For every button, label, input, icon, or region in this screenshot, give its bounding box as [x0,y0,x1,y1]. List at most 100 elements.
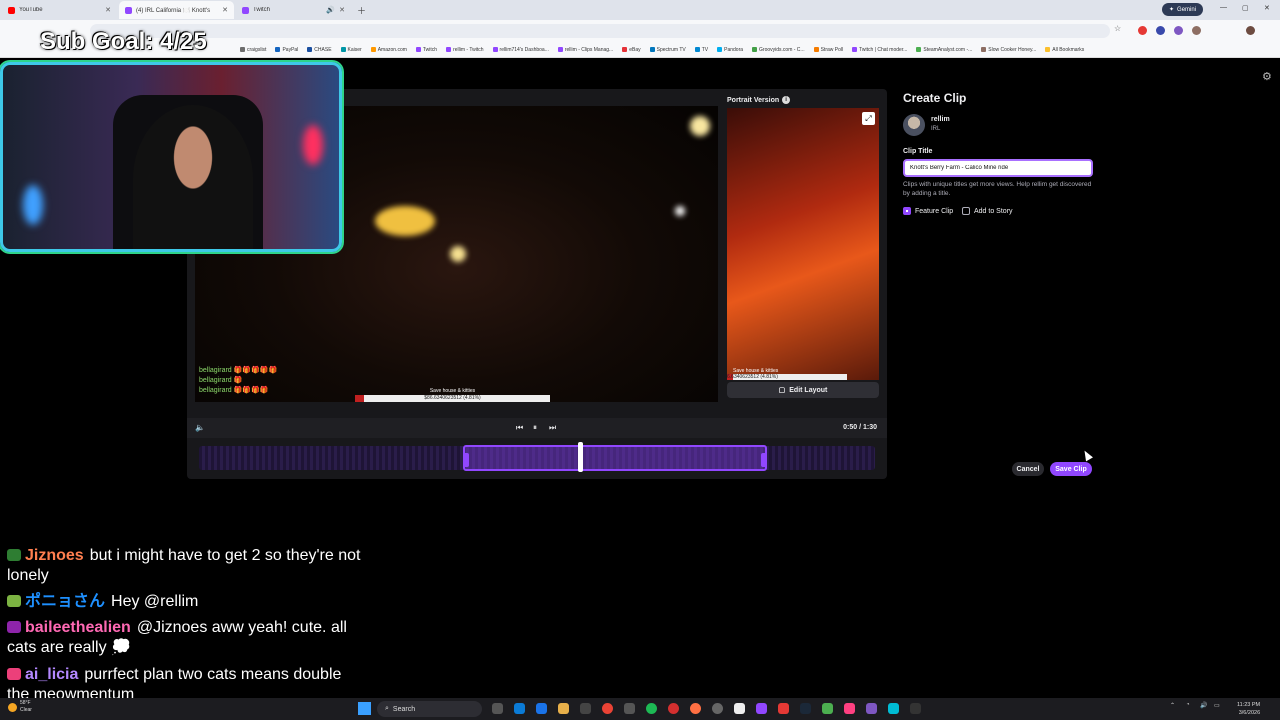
app-icon[interactable] [822,703,833,714]
bookmark-item[interactable]: Pandora [717,47,743,53]
store-icon[interactable] [536,703,547,714]
twitch-icon[interactable] [756,703,767,714]
video-light [375,206,435,236]
spotify-icon[interactable] [646,703,657,714]
opera-icon[interactable] [668,703,679,714]
close-icon[interactable]: ✕ [339,6,345,14]
bookmark-label: craigslist [247,46,267,53]
portrait-donation-bar: 6.6340623512 (4.81%) [727,374,847,380]
steam-icon[interactable] [800,703,811,714]
app-icon[interactable] [910,703,921,714]
bookmark-item[interactable]: Slow Cooker Honey... [981,47,1036,53]
battery-icon[interactable]: ▭ [1214,702,1220,709]
app-icon[interactable] [624,703,635,714]
tab-youtube[interactable]: YouTube ✕ [2,1,117,19]
bookmark-favicon-icon [415,47,421,52]
new-tab-button[interactable]: ＋ [357,4,366,17]
app-icon[interactable] [734,703,745,714]
cancel-button[interactable]: Cancel [1012,462,1044,476]
bookmark-item[interactable]: Kaiser [340,47,362,53]
skip-forward-icon[interactable]: ⏭ [549,423,556,433]
app-icon[interactable] [580,703,591,714]
weather-widget[interactable]: 58°F Clear [8,700,32,714]
bookmark-item[interactable]: rellim - Clips Manag... [557,47,613,53]
volume-icon[interactable]: 🔊 [1200,702,1207,709]
playhead[interactable] [577,442,583,472]
clip-timeline[interactable] [199,442,875,472]
selection-end-handle[interactable] [760,453,767,467]
maximize-icon[interactable]: ▢ [1242,4,1249,12]
gemini-button[interactable]: ✦ Gemini [1162,3,1204,16]
bookmark-item[interactable]: rellim714's Dashboa... [492,47,549,53]
bookmark-label: rellim - Twitch [453,46,484,53]
checkbox-unchecked-icon[interactable] [962,207,970,215]
bookmark-item[interactable]: PayPal [275,47,298,53]
gemini-icon: ✦ [1169,7,1175,13]
bookmark-item[interactable]: Spectrum TV [649,47,686,53]
tab-twitch[interactable]: Twitch 🔊 ✕ [236,1,351,19]
bookmark-item[interactable]: Twitch [415,47,437,53]
clip-title-input[interactable] [903,159,1093,177]
info-icon[interactable]: i [782,96,791,104]
extension-icon[interactable] [1192,26,1201,35]
close-icon[interactable]: ✕ [222,6,228,14]
weather-icon [8,702,17,712]
bookmark-label: Twitch | Chat moder... [859,46,908,53]
gear-icon[interactable]: ⚙ [1262,70,1272,83]
tray-chevron-icon[interactable]: ⌃ [1170,702,1175,709]
bookmark-favicon-icon [370,47,376,52]
tab-twitch-stream[interactable]: (4) IRL California 🍽️ Knott's ✕ [119,1,234,19]
bookmark-star-icon[interactable]: ☆ [1114,24,1121,33]
app-icon[interactable] [866,703,877,714]
task-view-icon[interactable] [492,703,503,714]
edge-icon[interactable] [514,703,525,714]
taskbar-search[interactable]: ⌕ Search [377,701,482,717]
bookmark-item[interactable]: craigslist [240,47,266,53]
speaker-icon[interactable]: 🔊 [326,6,335,14]
bookmark-item[interactable]: Amazon.com [370,47,407,53]
selection-start-handle[interactable] [462,453,469,467]
checkbox-checked-icon[interactable] [903,207,911,215]
url-field[interactable] [90,24,1110,38]
bookmark-item[interactable]: eBay [622,47,641,53]
close-icon[interactable]: ✕ [105,6,111,14]
portrait-video-preview[interactable]: ⤢ Save house & kitties 6.6340623512 (4.8… [727,108,879,380]
clip-selection-range[interactable] [462,445,767,471]
obs-icon[interactable] [712,703,723,714]
bookmark-item[interactable]: Twitch | Chat moder... [852,47,907,53]
extension-icon[interactable] [1174,26,1183,35]
extension-icon[interactable] [1138,26,1147,35]
tab-label: (4) IRL California 🍽️ Knott's [136,7,211,14]
file-explorer-icon[interactable] [558,703,569,714]
bookmark-item[interactable]: All Bookmarks [1045,47,1084,53]
wifi-icon[interactable]: ◔ [1186,702,1190,708]
firefox-icon[interactable] [690,703,701,714]
expand-icon[interactable]: ⤢ [862,112,875,125]
extension-icon[interactable] [1156,26,1165,35]
bookmark-item[interactable]: SteamAnalyst.com -... [916,47,972,53]
minimize-icon[interactable]: — [1220,4,1227,11]
volume-icon[interactable]: 🔈 [195,423,205,432]
portrait-label-text: Portrait Version [727,96,780,104]
bookmark-item[interactable]: TV [694,47,708,53]
bookmark-item[interactable]: CHASE [307,47,332,53]
bookmark-item[interactable]: Groovyids.com - C... [752,47,805,53]
bookmark-item[interactable]: Straw Poll [813,47,843,53]
app-icon[interactable] [778,703,789,714]
chrome-icon[interactable] [602,703,613,714]
window-close-icon[interactable]: ✕ [1264,4,1270,12]
pause-icon[interactable]: ⏸ [533,423,537,433]
app-icon[interactable] [844,703,855,714]
taskbar-clock[interactable]: 11:23 PM 3/6/2026 [1237,701,1260,717]
video-chat-overlay: bellagirard 🎁🎁🎁🎁🎁 bellagirard 🎁 bellagir… [199,366,277,396]
save-clip-button[interactable]: Save Clip [1050,462,1092,476]
add-to-story-checkbox[interactable]: Add to Story [962,207,1013,215]
skip-back-icon[interactable]: ⏮ [516,423,523,433]
feature-clip-checkbox[interactable]: Feature Clip [903,207,953,215]
profile-avatar[interactable] [1246,26,1255,35]
bookmark-item[interactable]: rellim - Twitch [446,46,484,53]
edit-layout-button[interactable]: ▢ Edit Layout [727,382,879,398]
video-light [450,246,466,262]
app-icon[interactable] [888,703,899,714]
windows-start-icon[interactable] [358,702,371,715]
